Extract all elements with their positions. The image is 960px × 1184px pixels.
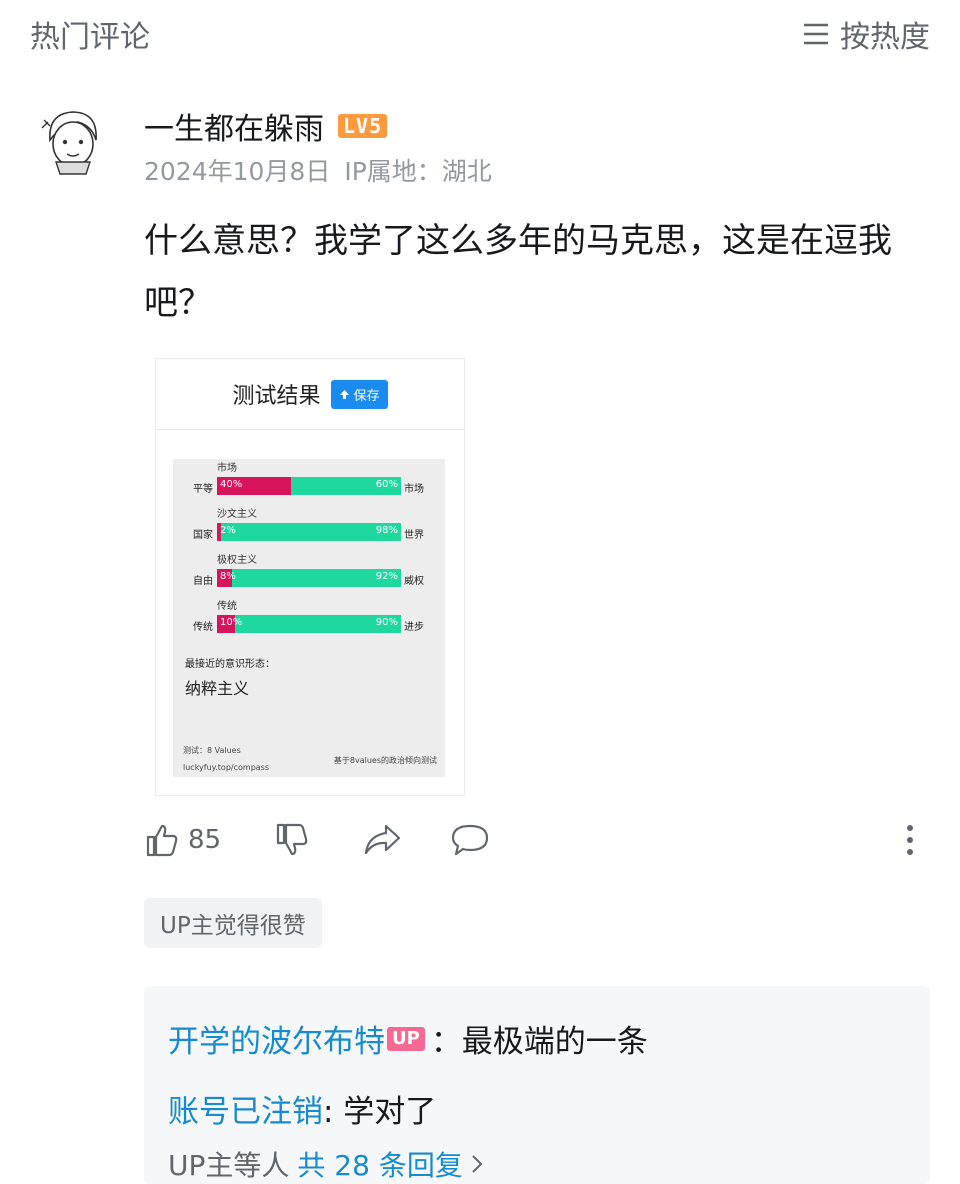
- axis-title: 沙文主义: [217, 509, 257, 520]
- dislike-button[interactable]: [274, 822, 310, 858]
- like-count: 85: [188, 825, 222, 855]
- footer-url: luckyfuy.top/compass: [183, 763, 270, 772]
- like-icon: [146, 824, 178, 857]
- axis-left-percent: 8%: [220, 571, 236, 582]
- share-icon: [364, 824, 401, 855]
- axis-left-label: 自由: [193, 576, 213, 587]
- comment-image[interactable]: 测试结果 保存 市场 平等 40% 60% 市场 沙文主义 国家 2% 98% 世界 极权主义 自由 8…: [155, 358, 465, 796]
- axis-right-percent: 92%: [375, 571, 398, 582]
- result-panel: 市场 平等 40% 60% 市场 沙文主义 国家 2% 98% 世界 极权主义 自由 8% 92% 威权 传统…: [173, 459, 445, 777]
- reply-item[interactable]: 账号已注销 : 学对了: [168, 1086, 436, 1131]
- more-options-button[interactable]: [904, 822, 916, 858]
- axis-bar: 40% 60%: [217, 477, 401, 495]
- reply-username[interactable]: 账号已注销: [168, 1086, 323, 1131]
- axis-left-percent: 40%: [220, 479, 243, 490]
- sort-label: 按热度: [840, 20, 930, 55]
- up-badge: UP: [387, 1026, 425, 1051]
- comment-text: 什么意思？我学了这么多年的马克思，这是在逗我吧？: [144, 221, 892, 323]
- footer-test: 测试：8 Values: [183, 746, 241, 755]
- chevron-right-icon: [472, 1155, 483, 1173]
- up-liked-badge: UP主觉得很赞: [144, 898, 322, 948]
- closest-ideology: 纳粹主义: [185, 679, 250, 698]
- reply-username[interactable]: 开学的波尔布特: [168, 1016, 385, 1061]
- save-label: 保存: [353, 388, 380, 404]
- more-icon: [907, 825, 913, 855]
- save-button: 保存: [330, 379, 388, 409]
- sort-toggle[interactable]: 按热度: [802, 12, 930, 56]
- axis-right-percent: 98%: [375, 525, 398, 536]
- section-title: 热门评论: [30, 20, 150, 55]
- upload-icon: [339, 389, 349, 399]
- reply-text: ：最极端的一条: [430, 1024, 648, 1060]
- axis-title: 市场: [217, 463, 237, 474]
- axis-title: 极权主义: [217, 555, 257, 566]
- share-button[interactable]: [362, 822, 402, 858]
- axis-left-percent: 10%: [220, 617, 243, 628]
- axis-right-label: 市场: [404, 484, 424, 495]
- axis-bar: 10% 90%: [217, 615, 401, 633]
- reply-text: : 学对了: [323, 1094, 437, 1130]
- more-replies-prefix: UP主等人: [168, 1149, 290, 1182]
- axis-left-label: 国家: [193, 530, 213, 541]
- axis-left-label: 平等: [193, 484, 213, 495]
- more-replies-count: 共 28 条回复: [297, 1149, 463, 1182]
- like-button[interactable]: 85: [144, 822, 221, 858]
- level-badge: LV5: [338, 114, 388, 138]
- axis-right-label: 世界: [404, 530, 424, 541]
- comment-ip: IP属地：湖北: [344, 157, 492, 186]
- reply-item[interactable]: 开学的波尔布特 UP ：最极端的一条: [168, 1016, 648, 1061]
- comment-username[interactable]: 一生都在躲雨: [144, 104, 324, 148]
- avatar[interactable]: [32, 100, 112, 180]
- axis-left-label: 传统: [193, 622, 213, 633]
- reply-preview[interactable]: 开学的波尔布特 UP ：最极端的一条 账号已注销 : 学对了 UP主等人 共 2…: [144, 986, 930, 1184]
- reply-icon: [451, 824, 489, 856]
- closest-ideology-label: 最接近的意识形态：: [185, 659, 275, 670]
- result-title: 测试结果: [232, 384, 321, 409]
- footer-note: 基于8values的政治倾向测试: [333, 756, 437, 765]
- axis-bar: 2% 98%: [217, 523, 401, 541]
- view-all-replies-link[interactable]: UP主等人 共 28 条回复: [168, 1144, 483, 1184]
- reply-button[interactable]: [450, 822, 490, 858]
- axis-title: 传统: [217, 601, 237, 612]
- axis-right-percent: 90%: [375, 617, 398, 628]
- dislike-icon: [276, 823, 308, 856]
- axis-right-percent: 60%: [375, 479, 398, 490]
- axis-right-label: 进步: [404, 622, 424, 633]
- comment-date: 2024年10月8日: [144, 157, 331, 186]
- sort-icon: [804, 23, 828, 45]
- axis-bar: 8% 92%: [217, 569, 401, 587]
- axis-left-percent: 2%: [220, 525, 236, 536]
- axis-right-label: 威权: [404, 576, 424, 587]
